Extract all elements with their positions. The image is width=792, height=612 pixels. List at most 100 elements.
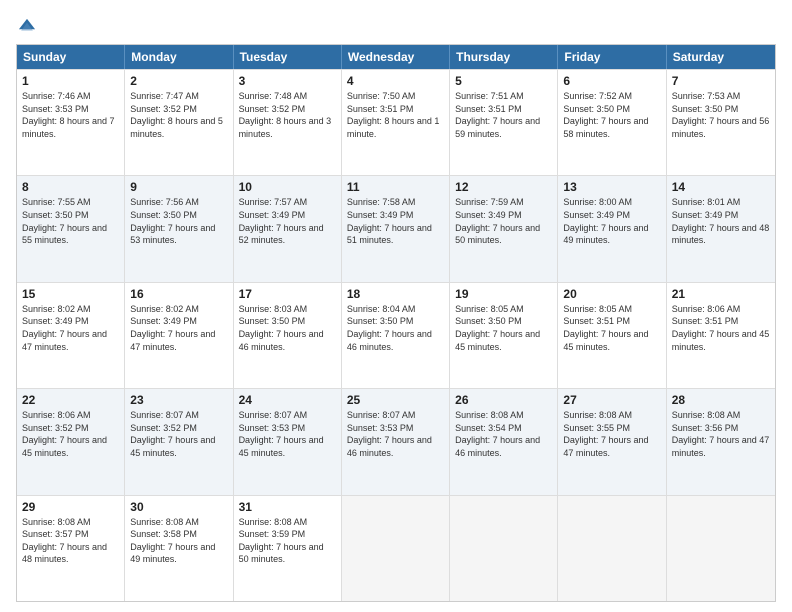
day-number: 28	[672, 393, 770, 407]
cell-info: Sunrise: 8:02 AMSunset: 3:49 PMDaylight:…	[22, 304, 107, 352]
cell-info: Sunrise: 7:46 AMSunset: 3:53 PMDaylight:…	[22, 91, 115, 139]
day-number: 3	[239, 74, 336, 88]
cell-info: Sunrise: 8:08 AMSunset: 3:59 PMDaylight:…	[239, 517, 324, 565]
day-number: 2	[130, 74, 227, 88]
calendar-cell: 3 Sunrise: 7:48 AMSunset: 3:52 PMDaylight…	[234, 70, 342, 175]
calendar-cell: 6 Sunrise: 7:52 AMSunset: 3:50 PMDaylight…	[558, 70, 666, 175]
calendar-cell: 11Sunrise: 7:58 AMSunset: 3:49 PMDayligh…	[342, 176, 450, 281]
day-number: 19	[455, 287, 552, 301]
day-number: 20	[563, 287, 660, 301]
calendar-cell: 12 Sunrise: 7:59 AMSunset: 3:49 PMDayligh…	[450, 176, 558, 281]
cell-info: Sunrise: 8:07 AMSunset: 3:52 PMDaylight:…	[130, 410, 215, 458]
logo	[16, 16, 42, 38]
calendar-cell	[450, 496, 558, 601]
day-number: 29	[22, 500, 119, 514]
cell-info: Sunrise: 8:03 AMSunset: 3:50 PMDaylight:…	[239, 304, 324, 352]
calendar-cell: 7Sunrise: 7:53 AMSunset: 3:50 PMDaylight…	[667, 70, 775, 175]
day-number: 16	[130, 287, 227, 301]
cell-info: Sunrise: 8:06 AMSunset: 3:52 PMDaylight:…	[22, 410, 107, 458]
cell-info: Sunrise: 7:59 AMSunset: 3:49 PMDaylight:…	[455, 197, 540, 245]
calendar-cell: 5 Sunrise: 7:51 AMSunset: 3:51 PMDaylight…	[450, 70, 558, 175]
calendar-cell: 24 Sunrise: 8:07 AMSunset: 3:53 PMDayligh…	[234, 389, 342, 494]
cell-info: Sunrise: 8:01 AMSunset: 3:49 PMDaylight:…	[672, 197, 770, 245]
cell-info: Sunrise: 8:08 AMSunset: 3:55 PMDaylight:…	[563, 410, 648, 458]
calendar-row-1: 1 Sunrise: 7:46 AMSunset: 3:53 PMDaylight…	[17, 69, 775, 175]
page: SundayMondayTuesdayWednesdayThursdayFrid…	[0, 0, 792, 612]
cell-info: Sunrise: 8:07 AMSunset: 3:53 PMDaylight:…	[347, 410, 432, 458]
day-number: 6	[563, 74, 660, 88]
cell-info: Sunrise: 8:08 AMSunset: 3:57 PMDaylight:…	[22, 517, 107, 565]
day-number: 1	[22, 74, 119, 88]
day-header-wednesday: Wednesday	[342, 45, 450, 69]
calendar: SundayMondayTuesdayWednesdayThursdayFrid…	[16, 44, 776, 602]
cell-info: Sunrise: 8:08 AMSunset: 3:54 PMDaylight:…	[455, 410, 540, 458]
day-number: 25	[347, 393, 444, 407]
cell-info: Sunrise: 8:04 AMSunset: 3:50 PMDaylight:…	[347, 304, 432, 352]
day-number: 13	[563, 180, 660, 194]
day-number: 7	[672, 74, 770, 88]
cell-info: Sunrise: 8:07 AMSunset: 3:53 PMDaylight:…	[239, 410, 324, 458]
calendar-cell: 1 Sunrise: 7:46 AMSunset: 3:53 PMDaylight…	[17, 70, 125, 175]
calendar-cell: 2 Sunrise: 7:47 AMSunset: 3:52 PMDaylight…	[125, 70, 233, 175]
day-number: 15	[22, 287, 119, 301]
day-number: 23	[130, 393, 227, 407]
cell-info: Sunrise: 8:05 AMSunset: 3:51 PMDaylight:…	[563, 304, 648, 352]
day-number: 30	[130, 500, 227, 514]
cell-info: Sunrise: 8:00 AMSunset: 3:49 PMDaylight:…	[563, 197, 648, 245]
cell-info: Sunrise: 7:56 AMSunset: 3:50 PMDaylight:…	[130, 197, 215, 245]
calendar-cell: 21 Sunrise: 8:06 AMSunset: 3:51 PMDayligh…	[667, 283, 775, 388]
day-header-tuesday: Tuesday	[234, 45, 342, 69]
calendar-cell: 15 Sunrise: 8:02 AMSunset: 3:49 PMDayligh…	[17, 283, 125, 388]
cell-info: Sunrise: 8:06 AMSunset: 3:51 PMDaylight:…	[672, 304, 770, 352]
day-number: 9	[130, 180, 227, 194]
cell-info: Sunrise: 7:57 AMSunset: 3:49 PMDaylight:…	[239, 197, 324, 245]
day-number: 11	[347, 180, 444, 194]
day-number: 5	[455, 74, 552, 88]
calendar-cell: 13 Sunrise: 8:00 AMSunset: 3:49 PMDayligh…	[558, 176, 666, 281]
cell-info: Sunrise: 8:05 AMSunset: 3:50 PMDaylight:…	[455, 304, 540, 352]
calendar-cell: 8 Sunrise: 7:55 AMSunset: 3:50 PMDaylight…	[17, 176, 125, 281]
cell-info: Sunrise: 7:48 AMSunset: 3:52 PMDaylight:…	[239, 91, 332, 139]
calendar-cell: 16 Sunrise: 8:02 AMSunset: 3:49 PMDayligh…	[125, 283, 233, 388]
calendar-cell: 10Sunrise: 7:57 AMSunset: 3:49 PMDayligh…	[234, 176, 342, 281]
day-number: 22	[22, 393, 119, 407]
cell-info: Sunrise: 7:51 AMSunset: 3:51 PMDaylight:…	[455, 91, 540, 139]
calendar-cell	[342, 496, 450, 601]
calendar-cell: 17 Sunrise: 8:03 AMSunset: 3:50 PMDayligh…	[234, 283, 342, 388]
calendar-cell: 31 Sunrise: 8:08 AMSunset: 3:59 PMDayligh…	[234, 496, 342, 601]
day-number: 12	[455, 180, 552, 194]
day-number: 18	[347, 287, 444, 301]
calendar-cell: 9 Sunrise: 7:56 AMSunset: 3:50 PMDaylight…	[125, 176, 233, 281]
calendar-cell: 23 Sunrise: 8:07 AMSunset: 3:52 PMDayligh…	[125, 389, 233, 494]
calendar-cell: 20 Sunrise: 8:05 AMSunset: 3:51 PMDayligh…	[558, 283, 666, 388]
day-number: 8	[22, 180, 119, 194]
calendar-cell: 26Sunrise: 8:08 AMSunset: 3:54 PMDayligh…	[450, 389, 558, 494]
day-number: 17	[239, 287, 336, 301]
calendar-cell: 19 Sunrise: 8:05 AMSunset: 3:50 PMDayligh…	[450, 283, 558, 388]
calendar-cell: 29 Sunrise: 8:08 AMSunset: 3:57 PMDayligh…	[17, 496, 125, 601]
day-number: 24	[239, 393, 336, 407]
calendar-cell: 28Sunrise: 8:08 AMSunset: 3:56 PMDayligh…	[667, 389, 775, 494]
day-number: 27	[563, 393, 660, 407]
calendar-cell: 30 Sunrise: 8:08 AMSunset: 3:58 PMDayligh…	[125, 496, 233, 601]
calendar-row-4: 22 Sunrise: 8:06 AMSunset: 3:52 PMDayligh…	[17, 388, 775, 494]
day-header-friday: Friday	[558, 45, 666, 69]
calendar-cell: 27 Sunrise: 8:08 AMSunset: 3:55 PMDayligh…	[558, 389, 666, 494]
day-number: 21	[672, 287, 770, 301]
cell-info: Sunrise: 8:02 AMSunset: 3:49 PMDaylight:…	[130, 304, 215, 352]
day-number: 4	[347, 74, 444, 88]
calendar-row-5: 29 Sunrise: 8:08 AMSunset: 3:57 PMDayligh…	[17, 495, 775, 601]
cell-info: Sunrise: 8:08 AMSunset: 3:58 PMDaylight:…	[130, 517, 215, 565]
logo-icon	[16, 16, 38, 38]
calendar-cell: 25 Sunrise: 8:07 AMSunset: 3:53 PMDayligh…	[342, 389, 450, 494]
day-number: 31	[239, 500, 336, 514]
calendar-cell: 4Sunrise: 7:50 AMSunset: 3:51 PMDaylight…	[342, 70, 450, 175]
calendar-header: SundayMondayTuesdayWednesdayThursdayFrid…	[17, 45, 775, 69]
day-header-thursday: Thursday	[450, 45, 558, 69]
cell-info: Sunrise: 7:47 AMSunset: 3:52 PMDaylight:…	[130, 91, 223, 139]
header-area	[16, 16, 776, 38]
calendar-cell	[667, 496, 775, 601]
cell-info: Sunrise: 7:55 AMSunset: 3:50 PMDaylight:…	[22, 197, 107, 245]
day-header-saturday: Saturday	[667, 45, 775, 69]
cell-info: Sunrise: 7:52 AMSunset: 3:50 PMDaylight:…	[563, 91, 648, 139]
